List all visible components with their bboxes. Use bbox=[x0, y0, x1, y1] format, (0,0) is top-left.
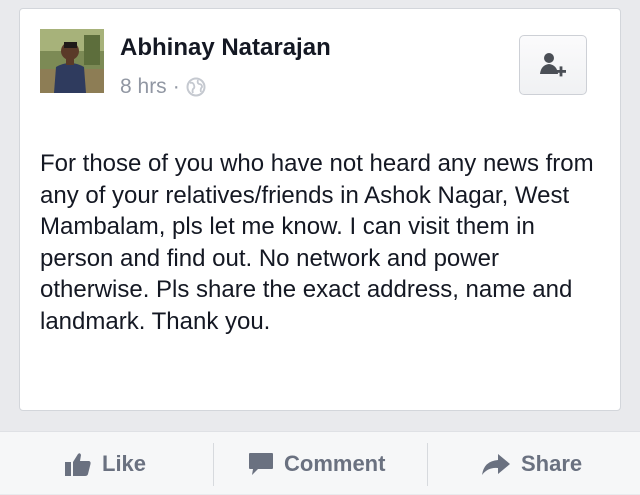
thumbs-up-icon bbox=[65, 452, 91, 476]
globe-icon[interactable] bbox=[186, 77, 206, 97]
author-name[interactable]: Abhinay Natarajan bbox=[120, 34, 331, 62]
avatar-image bbox=[40, 29, 104, 93]
like-button[interactable]: Like bbox=[64, 432, 146, 495]
action-divider bbox=[213, 443, 214, 486]
meta-separator: · bbox=[172, 75, 180, 98]
share-label: Share bbox=[521, 450, 583, 476]
post-card: Abhinay Natarajan 8 hrs · For those of y… bbox=[19, 8, 621, 411]
add-friend-button[interactable] bbox=[519, 35, 587, 95]
speech-bubble-icon bbox=[249, 452, 273, 475]
share-arrow-icon bbox=[482, 453, 510, 475]
action-bar: Like Comment Share bbox=[0, 431, 640, 494]
action-divider bbox=[427, 443, 428, 486]
post-text: For those of you who have not heard any … bbox=[40, 150, 594, 335]
post-timestamp[interactable]: 8 hrs bbox=[120, 75, 167, 99]
share-button[interactable]: Share bbox=[481, 432, 582, 495]
add-friend-icon bbox=[540, 53, 566, 77]
avatar[interactable] bbox=[40, 29, 104, 93]
comment-button[interactable]: Comment bbox=[248, 432, 385, 495]
like-label: Like bbox=[102, 450, 147, 476]
post-meta: 8 hrs · bbox=[120, 75, 206, 99]
comment-label: Comment bbox=[284, 450, 386, 476]
